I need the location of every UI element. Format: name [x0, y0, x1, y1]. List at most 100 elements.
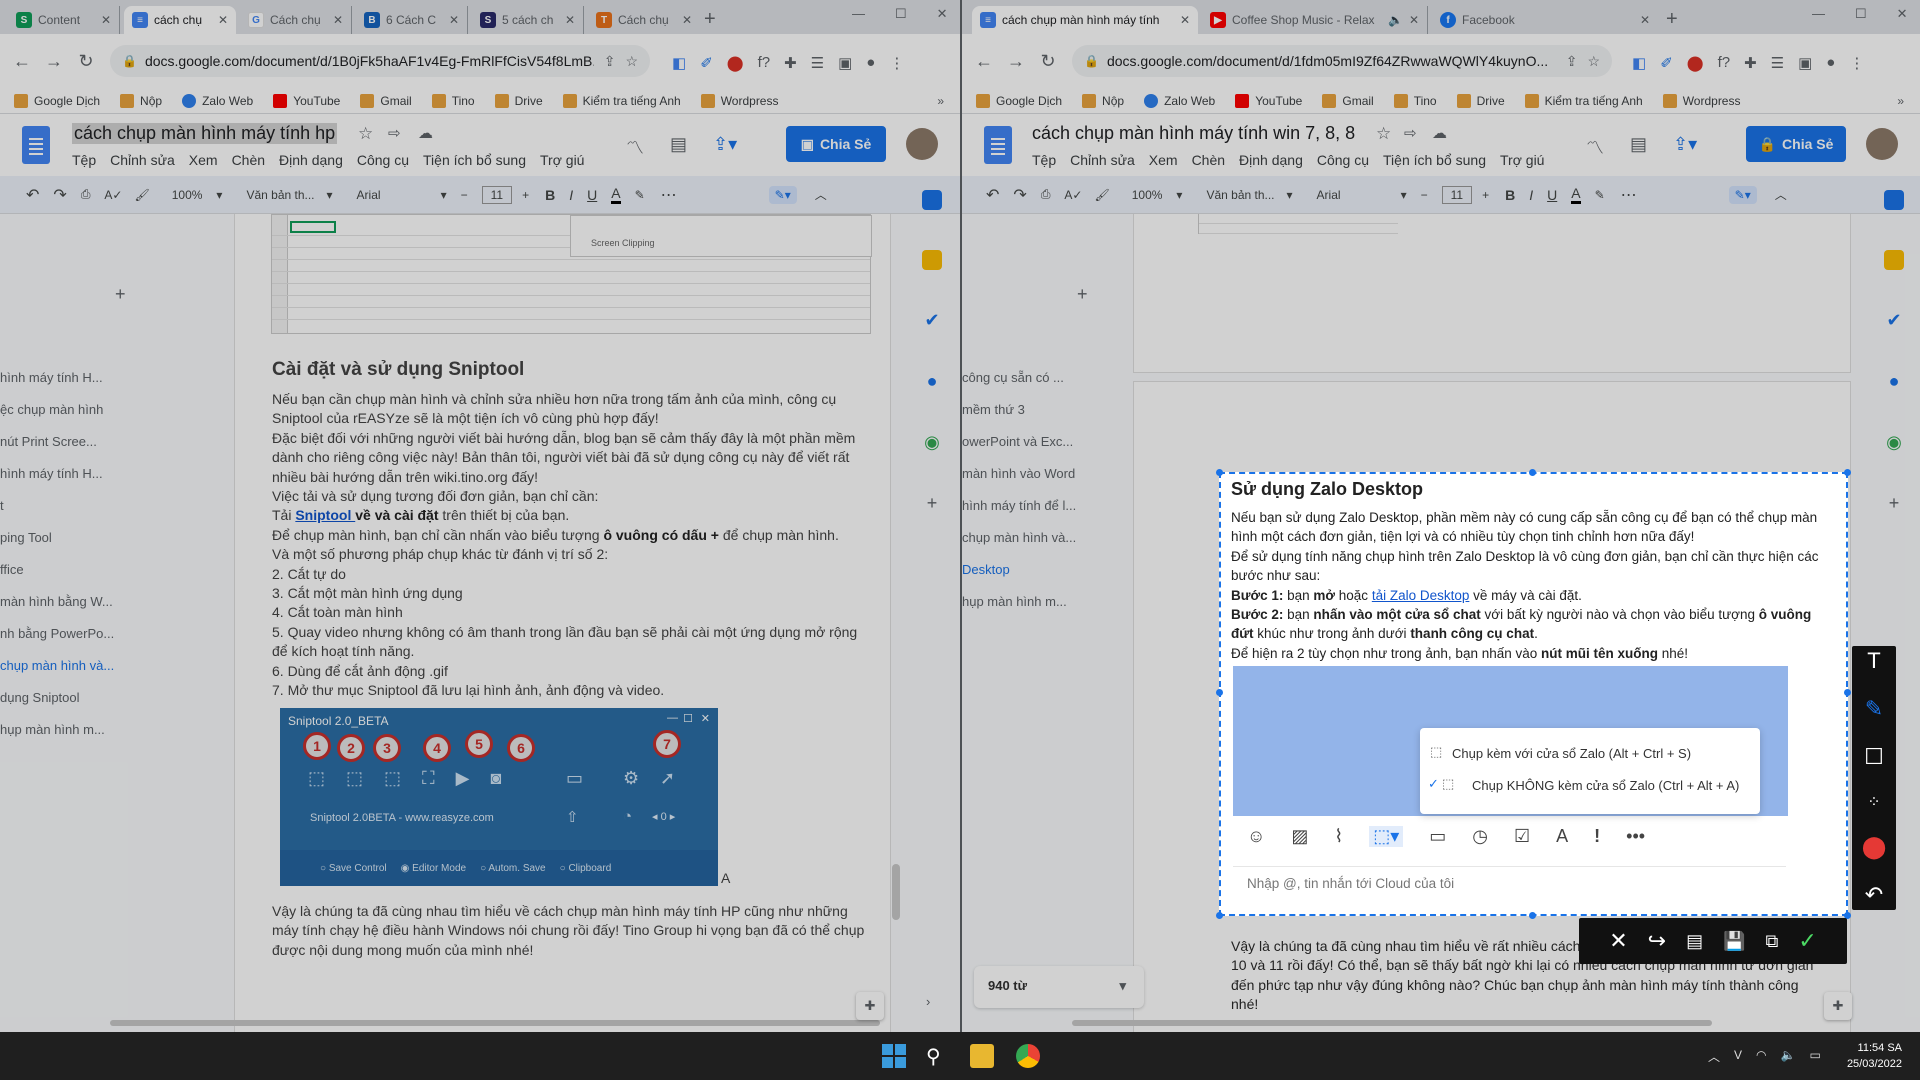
- docs-logo-icon[interactable]: [22, 126, 50, 164]
- window-controls[interactable]: — ☐ ✕: [852, 6, 948, 22]
- star-icon[interactable]: ☆: [358, 124, 373, 144]
- tab-facebook[interactable]: f Facebook ✕: [1432, 6, 1658, 34]
- underline-icon[interactable]: U: [1547, 187, 1557, 203]
- bookmark-gmail[interactable]: Gmail: [360, 93, 412, 108]
- font-size-plus-icon[interactable]: +: [1482, 188, 1489, 202]
- paint-format-icon[interactable]: 🖌: [134, 188, 149, 202]
- outline-item[interactable]: chụp màn hình và...: [962, 530, 1076, 545]
- collapse-icon[interactable]: ︿: [815, 186, 827, 203]
- close-tab-icon[interactable]: ✕: [682, 13, 692, 27]
- sniptool-link[interactable]: Sniptool: [295, 507, 355, 523]
- zoom-select[interactable]: 100%: [1132, 188, 1163, 202]
- present-icon[interactable]: ⇪▾: [713, 134, 737, 160]
- tab-cach-chup[interactable]: T Cách chụ ✕: [588, 6, 700, 34]
- docs-logo-icon[interactable]: [984, 126, 1012, 164]
- outline-item[interactable]: mềm thứ 3: [962, 402, 1025, 417]
- minimize-icon[interactable]: —: [1812, 6, 1825, 22]
- contacts-icon[interactable]: ●: [927, 371, 938, 392]
- reload-icon[interactable]: ↻: [1032, 51, 1064, 72]
- document-title[interactable]: cách chụp màn hình máy tính hp: [72, 123, 338, 144]
- menu-view[interactable]: Xem: [189, 152, 218, 168]
- add-outline-icon[interactable]: +: [115, 284, 126, 305]
- menu-view[interactable]: Xem: [1149, 152, 1178, 168]
- avatar[interactable]: [906, 128, 938, 160]
- forward-share-icon[interactable]: ↪: [1648, 928, 1666, 954]
- font-select[interactable]: Arial: [357, 188, 381, 202]
- close-tab-icon[interactable]: ✕: [218, 13, 228, 27]
- calendar-icon[interactable]: [922, 190, 942, 210]
- move-folder-icon[interactable]: ⇨: [1404, 124, 1417, 142]
- close-tab-icon[interactable]: ✕: [333, 13, 343, 27]
- more-bookmarks-icon[interactable]: »: [937, 94, 944, 108]
- bookmark-drive[interactable]: Drive: [1456, 93, 1505, 108]
- maps-icon[interactable]: ◉: [1886, 432, 1902, 453]
- resize-handle[interactable]: [1844, 689, 1851, 696]
- menu-insert[interactable]: Chèn: [1192, 152, 1225, 168]
- trend-icon[interactable]: 〽: [626, 134, 644, 160]
- resize-handle[interactable]: [1529, 469, 1536, 476]
- word-count-badge[interactable]: 940 từ ▾: [974, 966, 1144, 1008]
- close-tab-icon[interactable]: ✕: [1180, 13, 1190, 27]
- side-panel-toggle-icon[interactable]: ›: [926, 994, 930, 1009]
- menu-insert[interactable]: Chèn: [232, 152, 265, 168]
- zalo-download-link[interactable]: tải Zalo Desktop: [1372, 588, 1470, 603]
- bookmark-nop[interactable]: Nộp: [1082, 93, 1124, 108]
- confirm-icon[interactable]: ✓: [1798, 928, 1816, 954]
- window-controls[interactable]: — ☐ ✕: [1812, 6, 1908, 22]
- close-tab-icon[interactable]: ✕: [449, 13, 459, 27]
- outline-item[interactable]: t: [0, 498, 4, 513]
- forward-icon[interactable]: →: [38, 51, 70, 72]
- spellcheck-icon[interactable]: A✓: [1064, 188, 1082, 202]
- editing-mode-icon[interactable]: ✎▾: [1728, 185, 1757, 204]
- profile-icon[interactable]: ●: [866, 54, 875, 72]
- keep-icon[interactable]: [922, 250, 942, 270]
- rectangle-tool-icon[interactable]: ☐: [1864, 744, 1884, 770]
- bookmark-zalo-web[interactable]: Zalo Web: [182, 93, 253, 108]
- outline-item[interactable]: nh bằng PowerPo...: [0, 626, 114, 641]
- resize-handle[interactable]: [1216, 912, 1223, 919]
- document-title[interactable]: cách chụp màn hình máy tính win 7, 8, 8: [1032, 123, 1355, 144]
- share-icon[interactable]: ⇪: [1566, 53, 1578, 70]
- menu-addons[interactable]: Tiện ích bổ sung: [423, 152, 526, 168]
- spellcheck-icon[interactable]: A✓: [104, 188, 122, 202]
- search-icon[interactable]: ⚲: [926, 1044, 950, 1068]
- document-page[interactable]: Screen Clipping Cài đặt và sử dụng Snipt…: [235, 214, 890, 1032]
- new-tab-icon[interactable]: +: [704, 9, 716, 29]
- bookmark-google-dich[interactable]: Google Dịch: [14, 93, 100, 108]
- outline-item[interactable]: nút Print Scree...: [0, 434, 97, 449]
- extension-icon[interactable]: ✐: [700, 54, 713, 72]
- explore-icon[interactable]: ✚: [1824, 992, 1852, 1020]
- outline-item[interactable]: hụp màn hình m...: [962, 594, 1067, 609]
- underline-icon[interactable]: U: [587, 187, 597, 203]
- maximize-icon[interactable]: ☐: [1855, 6, 1867, 22]
- new-tab-icon[interactable]: +: [1666, 9, 1678, 29]
- bookmark-drive[interactable]: Drive: [494, 93, 543, 108]
- adblock-icon[interactable]: ⬤: [727, 54, 744, 72]
- pen-tool-icon[interactable]: ✎: [1865, 696, 1883, 722]
- menu-format[interactable]: Định dạng: [279, 152, 343, 168]
- close-tab-icon[interactable]: ✕: [565, 13, 575, 27]
- battery-icon[interactable]: ▭: [1809, 1048, 1820, 1065]
- pin-file-icon[interactable]: ▤: [1686, 931, 1703, 952]
- outline-item-active[interactable]: Desktop: [962, 562, 1010, 577]
- maps-icon[interactable]: ◉: [924, 432, 940, 453]
- tab-5-cach[interactable]: S5 cách ch ✕: [472, 6, 584, 34]
- snip-selection-box[interactable]: Sử dụng Zalo Desktop Nếu bạn sử dụng Zal…: [1216, 469, 1851, 919]
- adblock-icon[interactable]: ⬤: [1687, 54, 1704, 72]
- font-size-minus-icon[interactable]: −: [1421, 188, 1428, 202]
- undo-icon[interactable]: ↶: [26, 185, 39, 205]
- outline-item[interactable]: hình máy tính để l...: [962, 498, 1076, 513]
- tab-google[interactable]: G Cách chụ ✕: [240, 6, 352, 34]
- bookmark-gmail[interactable]: Gmail: [1322, 93, 1374, 108]
- close-window-icon[interactable]: ✕: [1897, 6, 1908, 22]
- outline-item[interactable]: màn hình vào Word: [962, 466, 1075, 481]
- move-folder-icon[interactable]: ⇨: [388, 124, 401, 142]
- menu-addons[interactable]: Tiện ích bổ sung: [1383, 152, 1486, 168]
- formula-icon[interactable]: f?: [758, 54, 771, 72]
- italic-icon[interactable]: I: [1529, 187, 1533, 203]
- bookmark-wordpress[interactable]: Wordpress: [1662, 93, 1740, 108]
- resize-handle[interactable]: [1529, 912, 1536, 919]
- paint-format-icon[interactable]: 🖌: [1094, 188, 1109, 202]
- menu-file[interactable]: Tệp: [1032, 152, 1056, 168]
- more-icon[interactable]: ⋯: [661, 185, 677, 205]
